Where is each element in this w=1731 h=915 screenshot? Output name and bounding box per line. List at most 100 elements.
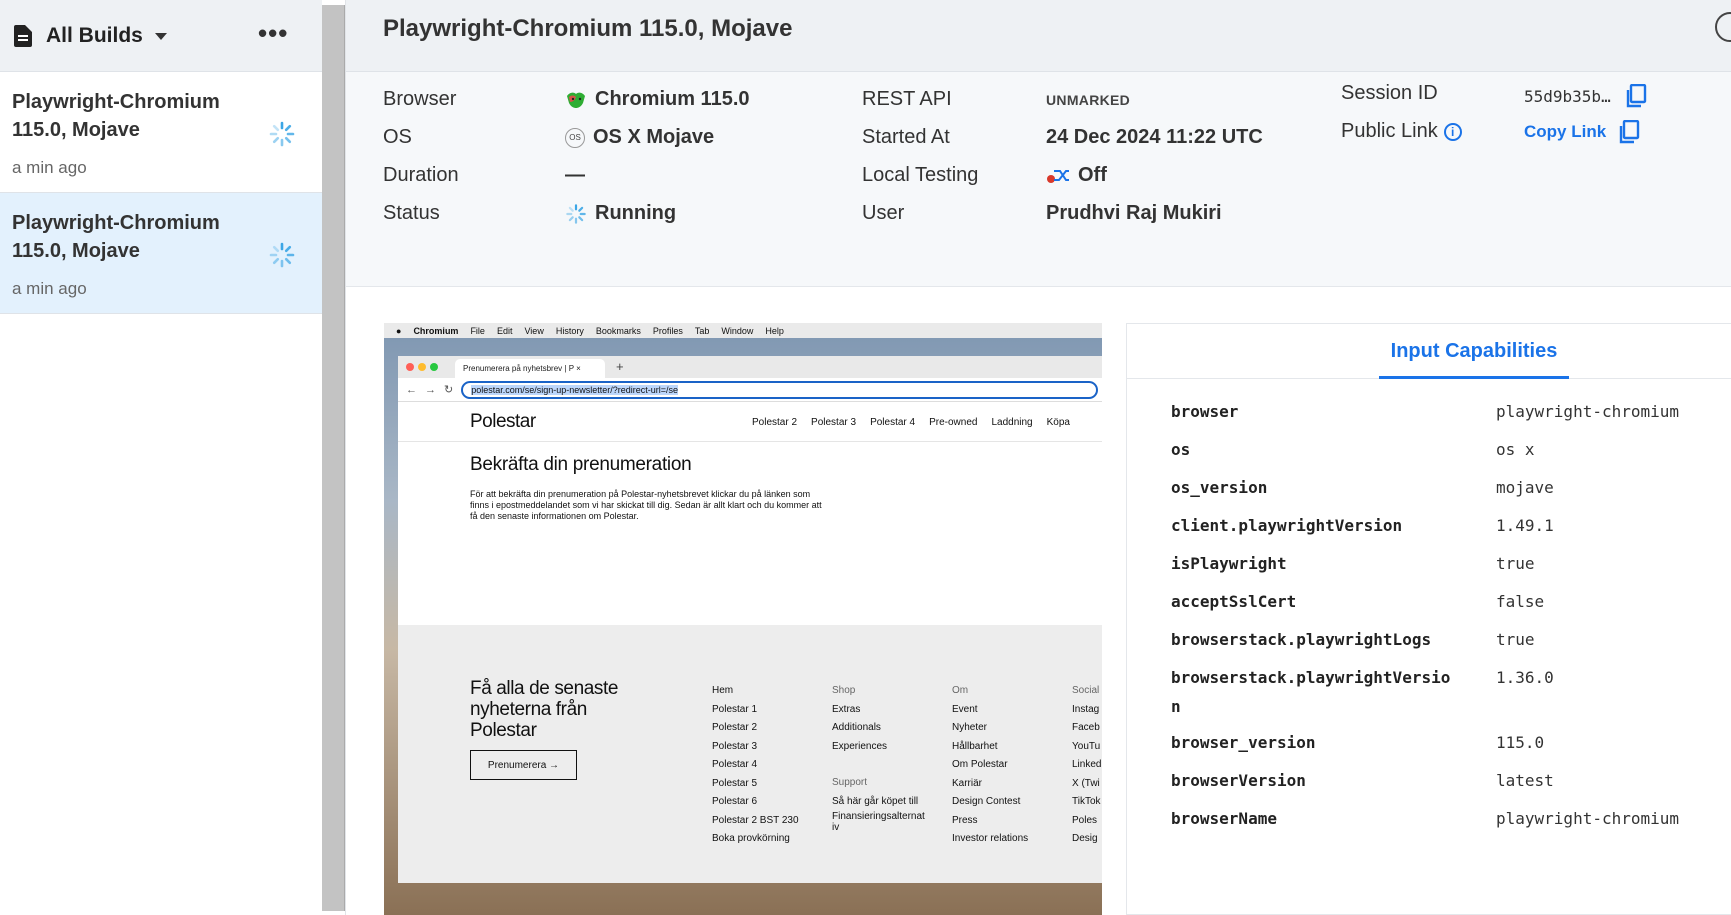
footer-link: Poles: [1072, 814, 1098, 826]
footer-link: Polestar 3: [712, 740, 758, 752]
footer-link: Polestar 6: [712, 796, 758, 807]
footer-col-1: Hem Polestar 1 Polestar 2 Polestar 3 Pol…: [712, 682, 799, 849]
capability-value: false: [1496, 592, 1545, 611]
page-title: Playwright-Chromium 115.0, Mojave: [383, 15, 793, 42]
footer-link: Faceb: [1072, 722, 1100, 733]
copy-link-button[interactable]: Copy Link: [1524, 120, 1640, 144]
more-options-icon[interactable]: •••: [258, 18, 288, 49]
os-icon: OS: [565, 127, 585, 148]
capability-value: true: [1496, 554, 1535, 573]
browser-label: Browser: [383, 88, 457, 110]
footer-link: TikTok: [1072, 796, 1101, 807]
duration-value: —: [565, 164, 585, 186]
site-footer: Få alla de senaste nyheterna från Polest…: [398, 625, 1102, 883]
capability-value: 115.0: [1496, 733, 1545, 752]
footer-link: Boka provkörning: [712, 833, 790, 844]
build-time: a min ago: [12, 279, 87, 298]
user-label: User: [862, 202, 905, 224]
forward-icon: →: [425, 383, 436, 396]
spinner-icon: [269, 121, 295, 147]
browser-window: Prenumerera på nyhetsbrev | P × + ← → ↻ …: [398, 356, 1102, 883]
builds-dropdown[interactable]: All Builds: [46, 24, 143, 48]
footer-group-heading: Support: [832, 777, 868, 788]
rest-api-label: REST API: [862, 88, 952, 110]
public-link-text: Public Link: [1341, 120, 1438, 142]
capability-key: browser_version: [1171, 733, 1316, 752]
footer-subscribe-button: Prenumerera →: [470, 750, 577, 780]
footer-link: Design Contest: [952, 796, 1021, 807]
capabilities-tabbar: Input Capabilities: [1127, 324, 1731, 379]
session-id-text: 55d9b35b…: [1524, 86, 1611, 106]
status-value-text: Running: [595, 202, 677, 224]
spinner-icon: [269, 242, 295, 268]
site-link: Polestar 3: [811, 417, 857, 428]
capability-key: client.playwrightVersion: [1171, 516, 1403, 535]
capability-value: true: [1496, 630, 1535, 649]
session-id-label: Session ID: [1341, 82, 1438, 104]
menubar-item: Window: [721, 325, 754, 336]
capability-value: os x: [1496, 440, 1535, 459]
document-icon: [14, 24, 32, 47]
menubar-item: View: [524, 325, 544, 336]
back-icon: ←: [406, 383, 417, 396]
local-testing-label: Local Testing: [862, 164, 979, 186]
copy-icon: [1619, 120, 1640, 144]
build-item-selected[interactable]: Playwright-Chromium 115.0, Mojave a min …: [0, 193, 322, 314]
menubar-item: Profiles: [652, 325, 683, 336]
info-circle-icon[interactable]: [1715, 12, 1731, 42]
os-value: OS OS X Mojave: [565, 126, 714, 149]
capability-key: os_version: [1171, 478, 1268, 497]
copy-icon[interactable]: [1625, 84, 1647, 108]
started-at-value: 24 Dec 2024 11:22 UTC: [1046, 126, 1263, 148]
footer-group-heading: Om: [952, 685, 969, 696]
build-item[interactable]: Playwright-Chromium 115.0, Mojave a min …: [0, 72, 322, 193]
footer-col-4: Social Instag Faceb YouTu Linked X (Twi …: [1072, 682, 1101, 849]
capability-value: playwright-chromium: [1496, 809, 1680, 828]
footer-link: Polestar 2: [712, 722, 758, 733]
menubar-item: Help: [765, 325, 784, 336]
footer-link: Hem: [712, 685, 734, 696]
footer-link: Nyheter: [952, 722, 988, 733]
os-value-text: OS X Mojave: [593, 126, 715, 148]
footer-col-3: Om Event Nyheter Hållbarhet Om Polestar …: [952, 682, 1028, 849]
footer-link: Press: [952, 814, 978, 826]
capability-key: isPlaywright: [1171, 554, 1287, 573]
footer-link: Instag: [1072, 703, 1100, 715]
site-heading: Bekräfta din prenumeration: [470, 454, 692, 475]
menubar-item: Tab: [694, 325, 710, 336]
local-testing-icon: [1047, 169, 1069, 183]
capability-value: latest: [1496, 771, 1554, 790]
tab-input-capabilities[interactable]: Input Capabilities: [1379, 324, 1569, 379]
url-bar: polestar.com/se/sign-up-newsletter/?redi…: [461, 380, 1098, 399]
footer-link: Hållbarhet: [952, 740, 998, 752]
close-dot-icon: [406, 363, 414, 371]
footer-link: Additionals: [832, 722, 881, 733]
footer-heading: Få alla de senaste nyheterna från Polest…: [470, 678, 619, 741]
footer-link: Polestar 1: [712, 703, 758, 715]
capability-value: playwright-chromium: [1496, 402, 1680, 421]
info-icon[interactable]: i: [1443, 122, 1462, 141]
menubar-item: History: [555, 325, 584, 336]
local-testing-text: Off: [1078, 164, 1107, 186]
browser-tabbar: Prenumerera på nyhetsbrev | P × +: [398, 356, 1102, 378]
menubar-app: Chromium: [413, 325, 459, 336]
footer-link: Polestar 5: [712, 777, 758, 789]
session-id-value: 55d9b35b…: [1524, 84, 1647, 108]
caret-down-icon[interactable]: [154, 33, 167, 40]
site-link: Köpa: [1046, 417, 1070, 428]
browser-tab: Prenumerera på nyhetsbrev | P ×: [455, 359, 605, 378]
footer-link: iv: [832, 822, 840, 833]
capability-key: acceptSslCert: [1171, 592, 1297, 611]
rest-api-value[interactable]: UNMARKED: [1046, 92, 1130, 108]
spinner-icon: [566, 203, 586, 224]
footer-link: Karriär: [952, 777, 983, 789]
site-nav: Polestar Polestar 2 Polestar 3 Polestar …: [398, 402, 1102, 442]
build-title: Playwright-Chromium 115.0, Mojave: [12, 212, 220, 262]
site-logo: Polestar: [470, 411, 536, 432]
footer-link: Event: [952, 703, 978, 715]
capability-key: browserstack.playwrightLogs: [1171, 630, 1432, 649]
sidebar-scrollbar[interactable]: [322, 5, 345, 911]
builds-sidebar: All Builds ••• Playwright-Chromium 115.0…: [0, 0, 322, 915]
menubar-item: Edit: [496, 325, 513, 336]
local-testing-value: Off: [1046, 164, 1107, 187]
